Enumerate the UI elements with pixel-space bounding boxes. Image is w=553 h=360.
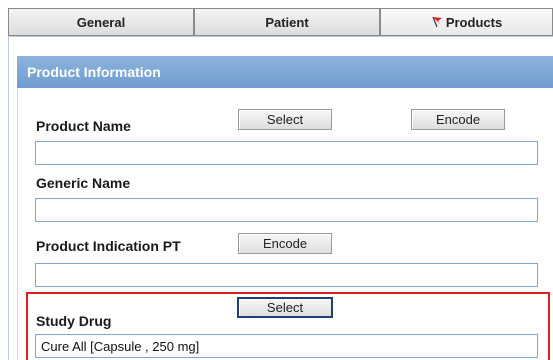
tab-general[interactable]: General (8, 8, 194, 36)
tab-patient-label: Patient (265, 14, 309, 30)
product-indication-encode-button[interactable]: Encode (238, 233, 332, 254)
study-drug-field[interactable] (35, 334, 538, 358)
tab-products[interactable]: Products (380, 8, 553, 36)
product-name-select-button[interactable]: Select (238, 109, 332, 130)
study-drug-label: Study Drug (36, 313, 112, 329)
tab-patient[interactable]: Patient (194, 8, 380, 36)
section-title: Product Information (27, 64, 161, 80)
red-flag-icon (431, 16, 443, 28)
product-name-label: Product Name (36, 118, 131, 134)
product-name-encode-button[interactable]: Encode (411, 109, 505, 130)
product-name-field[interactable] (35, 141, 538, 165)
product-indication-pt-field[interactable] (35, 263, 538, 287)
tab-products-label: Products (445, 14, 503, 30)
tab-bar: General Patient Products (8, 8, 553, 36)
generic-name-field[interactable] (35, 198, 538, 222)
section-header: Product Information (17, 56, 553, 88)
tab-general-label: General (76, 14, 126, 30)
product-indication-pt-label: Product Indication PT (36, 238, 181, 254)
generic-name-label: Generic Name (36, 175, 131, 191)
study-drug-select-button[interactable]: Select (237, 297, 333, 318)
